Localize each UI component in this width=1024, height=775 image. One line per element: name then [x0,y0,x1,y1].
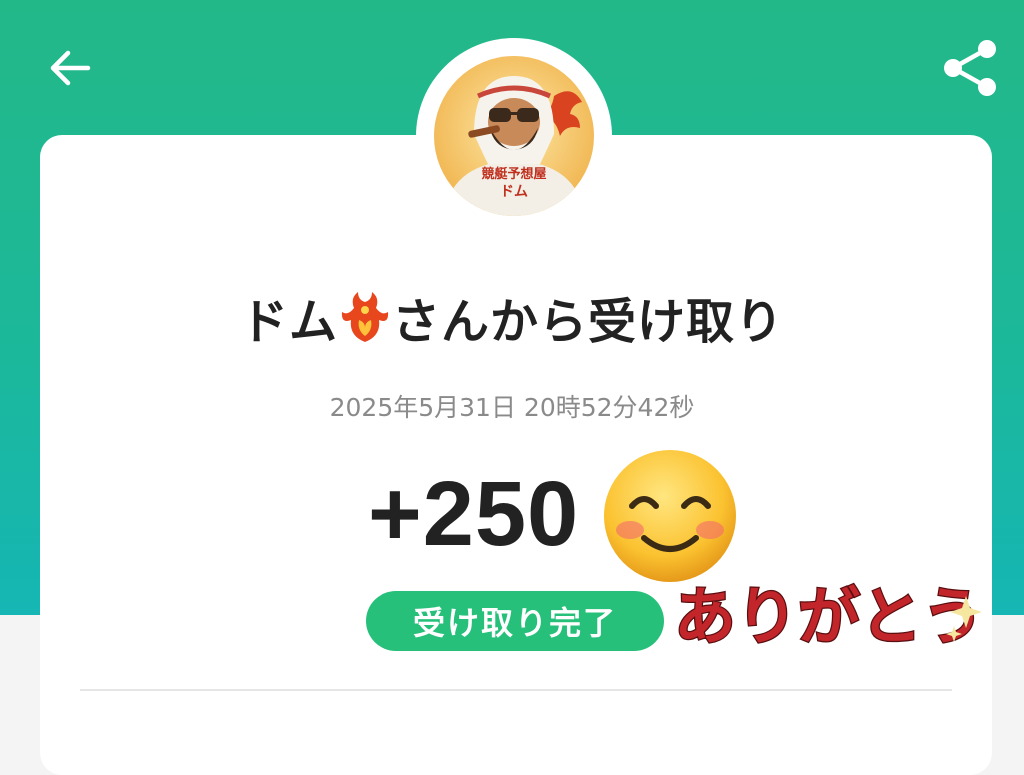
avatar-badge-line2: ドム [500,184,528,200]
smiling-face-emoji-icon [604,450,736,582]
back-button[interactable] [38,36,102,100]
avatar[interactable]: 競艇予想屋 ドム [434,56,594,216]
thanks-text: ありがとう [674,580,984,653]
page-title: ドム さんから受け取り [0,282,1024,352]
amount-value: +250 [368,463,580,565]
sender-suffix: さんから受け取り [392,294,785,350]
sender-avatar-illustration: 競艇予想屋 ドム [434,56,594,216]
divider [80,689,952,691]
sender-name: ドム [239,294,338,350]
transaction-timestamp: 2025年5月31日 20時52分42秒 [329,393,695,422]
arrow-left-icon [50,50,91,86]
share-button[interactable] [930,28,1010,108]
thanks-sticker: ありがとう [673,579,986,655]
share-icon [944,40,996,96]
avatar-badge-line1: 競艇予想屋 [481,166,546,182]
sender-avatar-ring: 競艇予想屋 ドム [416,38,612,234]
status-badge: 受け取り完了 [366,591,664,651]
phoenix-emoji-icon [341,292,389,342]
